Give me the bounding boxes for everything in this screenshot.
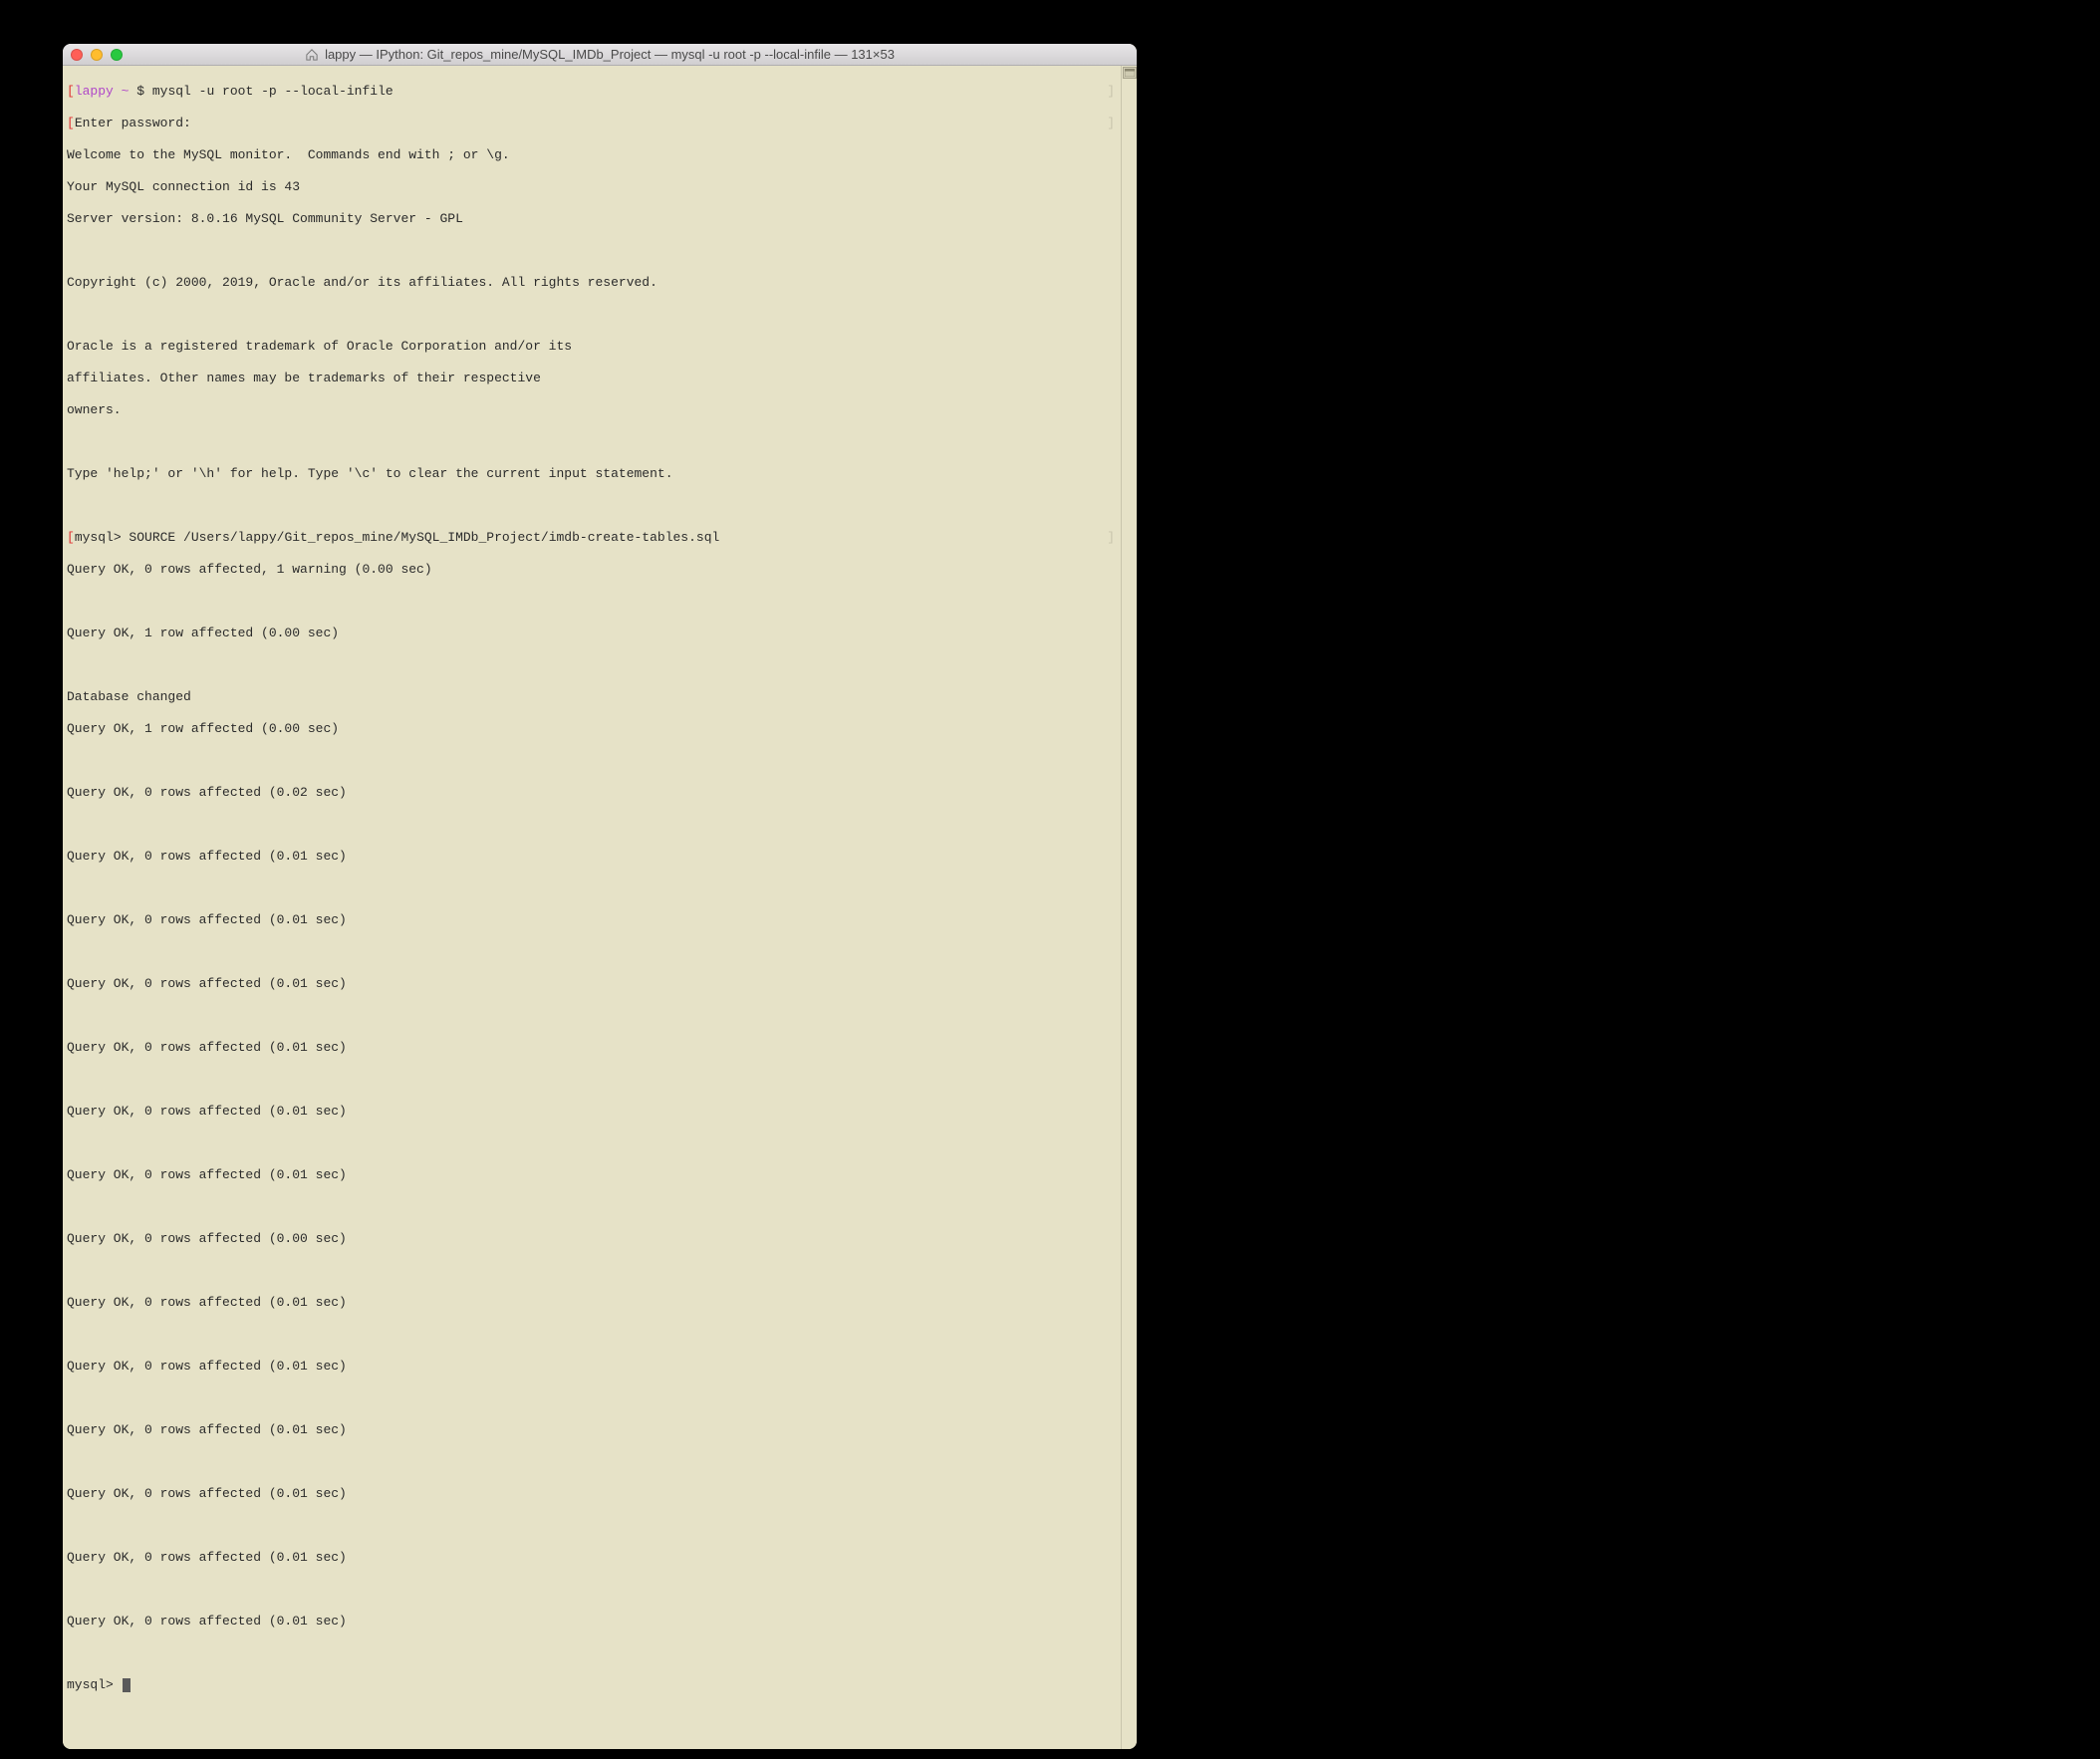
output-line: Oracle is a registered trademark of Orac…	[67, 339, 1117, 355]
output-line	[67, 594, 1117, 610]
output-line: Query OK, 0 rows affected (0.01 sec)	[67, 1486, 1117, 1502]
alt-screen-toggle-icon[interactable]	[1123, 67, 1137, 79]
output-line	[67, 944, 1117, 960]
output-line: Your MySQL connection id is 43	[67, 179, 1117, 195]
output-line: Query OK, 0 rows affected (0.01 sec)	[67, 1295, 1117, 1311]
output-line: Query OK, 0 rows affected (0.01 sec)	[67, 912, 1117, 928]
mysql-source-command: SOURCE /Users/lappy/Git_repos_mine/MySQL…	[129, 530, 719, 545]
output-line	[67, 434, 1117, 450]
output-line	[67, 1072, 1117, 1088]
output-line	[67, 880, 1117, 896]
output-line: owners.	[67, 402, 1117, 418]
output-line: Query OK, 1 row affected (0.00 sec)	[67, 721, 1117, 737]
output-line	[67, 1518, 1117, 1534]
minimize-button[interactable]	[91, 49, 103, 61]
mysql-prompt: mysql>	[75, 530, 130, 545]
output-line: Database changed	[67, 689, 1117, 705]
traffic-lights	[71, 49, 123, 61]
prompt-user-host: lappy ~	[75, 84, 136, 99]
output-line	[67, 657, 1117, 673]
output-line: Copyright (c) 2000, 2019, Oracle and/or …	[67, 275, 1117, 291]
window-title: lappy — IPython: Git_repos_mine/MySQL_IM…	[325, 47, 895, 62]
terminal-body[interactable]: [lappy ~ $ mysql -u root -p --local-infi…	[63, 66, 1121, 1749]
close-button[interactable]	[71, 49, 83, 61]
output-line	[67, 817, 1117, 833]
output-line	[67, 1008, 1117, 1024]
output-line	[67, 1327, 1117, 1343]
output-line: Query OK, 0 rows affected (0.01 sec)	[67, 1167, 1117, 1183]
output-line: Query OK, 0 rows affected (0.01 sec)	[67, 1550, 1117, 1566]
output-line	[67, 498, 1117, 514]
output-line	[67, 243, 1117, 259]
mysql-prompt: mysql>	[67, 1677, 122, 1692]
mysql-source-line: [mysql> SOURCE /Users/lappy/Git_repos_mi…	[67, 530, 1117, 546]
output-line	[67, 1390, 1117, 1406]
output-line: Type 'help;' or '\h' for help. Type '\c'…	[67, 466, 1117, 482]
mysql-prompt-line: mysql>	[67, 1677, 1117, 1693]
output-line: Query OK, 0 rows affected (0.01 sec)	[67, 976, 1117, 992]
output-line: Query OK, 0 rows affected (0.01 sec)	[67, 1422, 1117, 1438]
bracket-close: ]	[1107, 84, 1115, 100]
output-line: Query OK, 1 row affected (0.00 sec)	[67, 626, 1117, 641]
output-line: affiliates. Other names may be trademark…	[67, 371, 1117, 386]
home-icon	[305, 49, 319, 61]
output-line: Query OK, 0 rows affected (0.02 sec)	[67, 785, 1117, 801]
output-line: Query OK, 0 rows affected (0.01 sec)	[67, 1614, 1117, 1630]
output-line: [Enter password:]	[67, 116, 1117, 131]
output-line: Server version: 8.0.16 MySQL Community S…	[67, 211, 1117, 227]
output-line: Query OK, 0 rows affected (0.01 sec)	[67, 1104, 1117, 1120]
output-line	[67, 1582, 1117, 1598]
bracket-open: [	[67, 116, 75, 130]
cursor-block	[123, 1678, 131, 1692]
prompt-dollar: $	[136, 84, 144, 99]
bracket-open: [	[67, 84, 75, 99]
output-line	[67, 1263, 1117, 1279]
zoom-button[interactable]	[111, 49, 123, 61]
titlebar[interactable]: lappy — IPython: Git_repos_mine/MySQL_IM…	[63, 44, 1137, 66]
output-line: Query OK, 0 rows affected, 1 warning (0.…	[67, 562, 1117, 578]
output-line: Query OK, 0 rows affected (0.01 sec)	[67, 1040, 1117, 1056]
shell-command: mysql -u root -p --local-infile	[144, 84, 394, 99]
terminal-window: lappy — IPython: Git_repos_mine/MySQL_IM…	[63, 44, 1137, 1749]
window-title-wrap: lappy — IPython: Git_repos_mine/MySQL_IM…	[63, 47, 1137, 62]
output-line: Query OK, 0 rows affected (0.01 sec)	[67, 849, 1117, 865]
output-line	[67, 1645, 1117, 1661]
output-line: Query OK, 0 rows affected (0.00 sec)	[67, 1231, 1117, 1247]
bracket-open: [	[67, 530, 75, 545]
prompt-line: [lappy ~ $ mysql -u root -p --local-infi…	[67, 84, 1117, 100]
output-line: Welcome to the MySQL monitor. Commands e…	[67, 147, 1117, 163]
bracket-close: ]	[1107, 116, 1115, 131]
output-line	[67, 753, 1117, 769]
scrollbar[interactable]	[1121, 66, 1137, 1749]
bracket-close: ]	[1107, 530, 1115, 546]
output-line	[67, 307, 1117, 323]
output-line	[67, 1199, 1117, 1215]
output-line: Query OK, 0 rows affected (0.01 sec)	[67, 1359, 1117, 1375]
output-line	[67, 1454, 1117, 1470]
terminal-body-wrap: [lappy ~ $ mysql -u root -p --local-infi…	[63, 66, 1137, 1749]
output-line	[67, 1135, 1117, 1151]
